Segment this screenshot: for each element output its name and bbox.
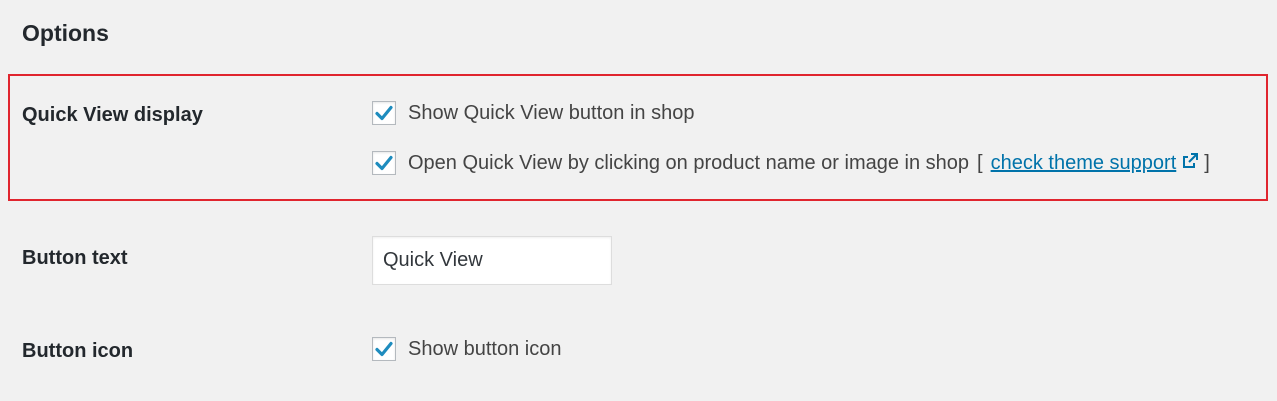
checkmark-icon [375,105,393,121]
show-button-icon-option[interactable]: Show button icon [372,337,561,361]
button-icon-label: Button icon [22,340,134,362]
check-theme-support-link[interactable]: check theme support [991,152,1177,175]
button-text-input[interactable] [372,236,612,285]
open-quick-view-on-click-checkbox[interactable] [372,151,396,175]
open-quick-view-on-click-text: Open Quick View by clicking on product n… [408,151,970,174]
bracket-close: ] [1204,151,1210,174]
show-quick-view-button-checkbox[interactable] [372,101,396,125]
checkmark-icon [375,155,393,171]
button-text-label: Button text [22,247,128,269]
show-quick-view-button-option[interactable]: Show Quick View button in shop [372,101,694,125]
checkmark-icon [375,341,393,357]
options-panel: Options Quick View display Show Quick Vi… [0,0,1277,401]
open-quick-view-on-click-option[interactable]: Open Quick View by clicking on product n… [372,151,1210,175]
external-link-icon[interactable] [1182,152,1199,175]
section-title: Options [22,20,109,46]
bracket-open: [ [977,151,983,174]
highlight-box [8,74,1268,201]
quick-view-display-label: Quick View display [22,104,203,126]
show-quick-view-button-text: Show Quick View button in shop [408,101,695,124]
show-button-icon-text: Show button icon [408,337,562,360]
show-button-icon-checkbox[interactable] [372,337,396,361]
